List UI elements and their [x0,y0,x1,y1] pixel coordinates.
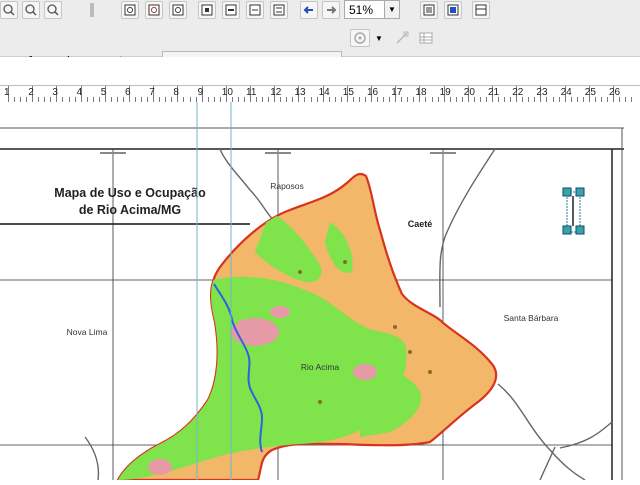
place-label-nova-lima: Nova Lima [67,327,108,337]
ruler-label: 8 [173,87,179,98]
ruler-label: 1 [4,87,10,98]
resize-handle[interactable] [562,225,572,235]
fixed-zoom-in-icon [201,4,213,16]
zoom-previous-button[interactable] [169,1,187,19]
chevron-down-icon: ▼ [375,33,383,43]
zoom-in-icon [3,4,15,16]
resize-handle[interactable] [562,187,572,197]
ruler-label: 2 [28,87,34,98]
grid-label [265,152,291,154]
zoom-to-page-button[interactable] [246,1,264,19]
page-zoom-icon [124,4,136,16]
zoom-100-button[interactable] [145,1,163,19]
ruler-label: 6 [125,87,131,98]
place-label-raposos: Raposos [270,181,304,191]
georeferencing-toolbar: eoreferencing ▼ Layer: ▼ ▼ [0,22,640,71]
chevron-down-icon[interactable]: ▼ [384,1,399,18]
rotate-button[interactable] [350,29,370,47]
urban-area [353,364,377,380]
forward-arrow-icon [327,6,337,14]
table-icon [419,32,433,44]
ruler-label: 11 [246,87,257,98]
zoom-width-icon [273,4,285,16]
grid-label [430,152,456,154]
change-layout-button[interactable] [472,1,490,19]
tool-button-1[interactable] [0,1,18,19]
toolbar-gap [0,57,640,85]
map-title-line2: de Rio Acima/MG [79,203,181,217]
zoom-control[interactable]: 51% ▼ [344,0,400,19]
zoom-out-icon [25,4,37,16]
page-zoom-previous-icon [172,4,184,16]
add-control-points-button[interactable] [392,29,412,47]
standard-toolbar: 51% ▼ [0,0,640,23]
tool-button-3[interactable] [44,1,62,19]
map-canvas: Mapa de Uso e Ocupação de Rio Acima/MG R… [0,102,624,482]
back-extent-button[interactable] [300,1,318,19]
grid-label [100,152,126,154]
link-table-button[interactable] [416,29,436,47]
place-label-rio-acima: Rio Acima [301,362,340,372]
map-title-line1: Mapa de Uso e Ocupação [54,186,206,200]
tool-button-2[interactable] [22,1,40,19]
urban-area [270,306,290,318]
ruler-label: 9 [197,87,204,98]
zoom-page-icon [249,4,261,16]
fixed-zoom-out-button[interactable] [222,1,240,19]
fixed-zoom-in-button[interactable] [198,1,216,19]
toggle-draft-mode-button[interactable] [420,1,438,19]
zoom-fixed-icon [47,4,59,16]
draft-mode-icon [423,4,435,16]
ruler-label: 4 [76,87,83,98]
place-label-santa-barbara: Santa Bárbara [504,313,559,323]
urban-area [148,459,172,475]
zoom-whole-page-button[interactable] [121,1,139,19]
rotate-dropdown[interactable]: ▼ [372,29,386,47]
place-label-caete: Caeté [408,219,433,229]
control-point-icon [396,31,409,44]
rotate-icon [354,32,366,44]
ruler-label: 7 [149,87,155,98]
forward-extent-button[interactable] [322,1,340,19]
page-zoom-100-icon [148,4,160,16]
focus-data-frame-button[interactable] [444,1,462,19]
resize-handle[interactable] [575,225,585,235]
zoom-value: 51% [349,2,374,17]
ruler-label: 3 [52,87,58,98]
separator-icon [86,1,98,19]
fixed-zoom-out-icon [225,4,237,16]
focus-frame-icon [447,4,459,16]
resize-handle[interactable] [575,187,585,197]
back-arrow-icon [303,6,313,14]
ruler-label: 5 [100,87,107,98]
layout-page: Mapa de Uso e Ocupação de Rio Acima/MG R… [0,102,640,482]
urban-area [231,318,279,346]
layout-icon [475,4,487,16]
zoom-width-button[interactable] [270,1,288,19]
